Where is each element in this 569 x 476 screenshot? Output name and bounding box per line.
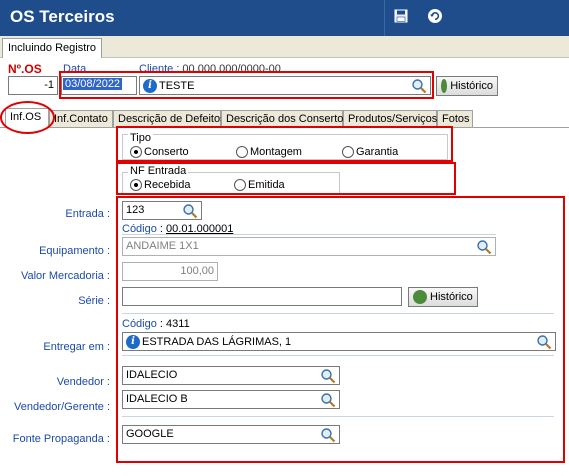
highlight-main-form xyxy=(116,196,565,463)
vendedor-label: Vendedor : xyxy=(56,376,110,388)
highlight-nf-entrada xyxy=(116,162,456,195)
highlight-tipo xyxy=(116,126,453,162)
save-icon xyxy=(394,9,408,23)
undo-button[interactable] xyxy=(424,5,446,27)
highlight-inf-os-tab xyxy=(0,101,55,134)
title-bar-separator xyxy=(384,0,385,36)
historico-label: Histórico xyxy=(450,80,493,92)
tab-produtos-servicos[interactable]: Produtos/Serviços xyxy=(343,110,437,127)
highlight-header-fields xyxy=(59,71,434,99)
entregar-em-label: Entregar em : xyxy=(43,341,110,353)
serie-label: Série : xyxy=(78,295,110,307)
fonte-propaganda-label: Fonte Propaganda : xyxy=(12,433,110,445)
historico-button[interactable]: Histórico xyxy=(436,76,498,96)
vendedor-gerente-label: Vendedor/Gerente : xyxy=(13,401,110,413)
tab-descricao-defeitos[interactable]: Descrição de Defeitos xyxy=(113,110,226,127)
os-number-label: Nº.OS xyxy=(8,62,42,76)
tab-descricao-consertos[interactable]: Descrição dos Consertos xyxy=(221,110,349,127)
os-number-field[interactable]: -1 xyxy=(8,76,58,95)
save-button[interactable] xyxy=(390,5,412,27)
valor-mercadoria-label: Valor Mercadoria : xyxy=(20,270,110,282)
entrada-label: Entrada : xyxy=(65,208,110,220)
equipamento-label: Equipamento : xyxy=(39,245,110,257)
tab-inf-contato[interactable]: Inf.Contato xyxy=(49,110,113,127)
window-title: OS Terceiros xyxy=(10,7,115,26)
tab-incluindo-registro[interactable]: Incluindo Registro xyxy=(2,38,103,58)
undo-icon xyxy=(428,9,442,23)
tab-fotos[interactable]: Fotos xyxy=(437,110,473,127)
history-icon xyxy=(441,79,448,93)
